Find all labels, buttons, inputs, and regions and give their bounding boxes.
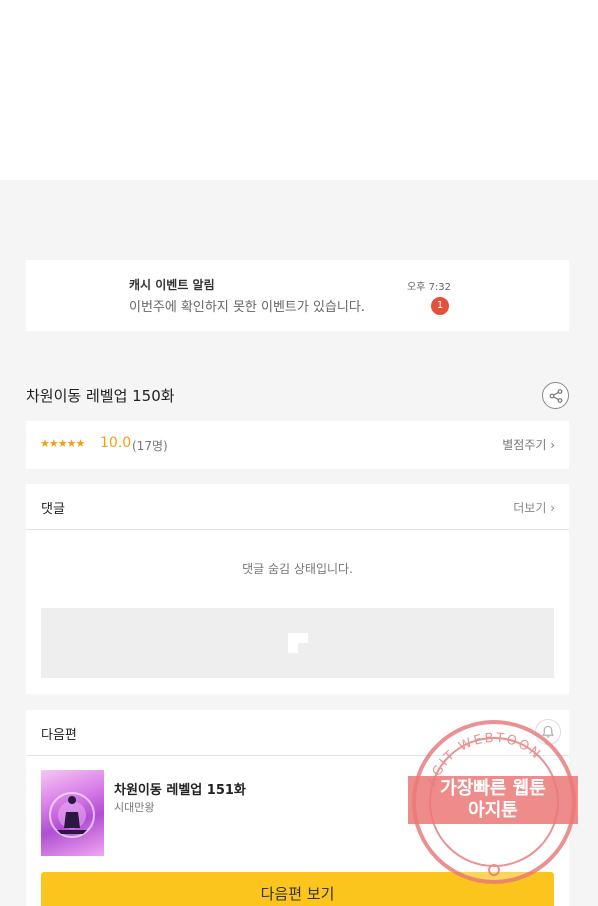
notification-card[interactable]: 캐시 이벤트 알림 이번주에 확인하지 못한 이벤트가 있습니다. 오후 7:3… bbox=[26, 260, 569, 331]
comments-title: 댓글 bbox=[41, 502, 65, 517]
watermark-label: 가장빠른 웹툰 아지툰 bbox=[408, 776, 578, 824]
notification-title: 캐시 이벤트 알림 bbox=[129, 278, 215, 292]
share-button[interactable] bbox=[542, 382, 569, 409]
bell-icon bbox=[541, 725, 555, 738]
share-icon bbox=[549, 388, 562, 403]
notification-badge: 1 bbox=[431, 297, 449, 315]
notification-time: 오후 7:32 bbox=[407, 282, 452, 293]
placeholder-image-icon bbox=[287, 633, 308, 653]
next-episode-thumbnail[interactable] bbox=[41, 770, 104, 856]
next-episode-button[interactable]: 다음편 보기 bbox=[41, 872, 554, 906]
watermark-line-1: 가장빠른 웹툰 bbox=[440, 778, 546, 799]
ad-placeholder bbox=[41, 608, 554, 678]
comments-header: 댓글 더보기 › bbox=[26, 484, 569, 530]
episode-title: 차원이동 레벨업 150화 bbox=[26, 387, 175, 405]
rating-card: ★★★★★ 10.0 (17명) 별점주기 › bbox=[26, 421, 569, 469]
next-episode-section-title: 다음편 bbox=[41, 728, 77, 743]
star-rating-icons: ★★★★★ bbox=[40, 437, 85, 450]
next-episode-header: 다음편 bbox=[26, 710, 569, 756]
next-episode-title[interactable]: 차원이동 레벨업 151화 bbox=[114, 779, 246, 798]
comments-hidden-message: 댓글 숨김 상태입니다. bbox=[242, 562, 353, 576]
rate-button[interactable]: 별점주기 › bbox=[502, 436, 555, 453]
notify-bell-button[interactable] bbox=[535, 719, 561, 745]
rating-score: 10.0 bbox=[100, 435, 132, 451]
comments-more-link[interactable]: 더보기 › bbox=[513, 499, 555, 516]
next-episode-author: 시대만왕 bbox=[114, 801, 155, 814]
content-blank-area bbox=[0, 0, 598, 180]
thumbnail-artwork bbox=[49, 792, 95, 838]
notification-body: 이번주에 확인하지 못한 이벤트가 있습니다. bbox=[129, 300, 365, 315]
rating-count: (17명) bbox=[132, 439, 168, 453]
watermark-line-2: 아지툰 bbox=[468, 800, 518, 821]
comments-card: 댓글 더보기 › 댓글 숨김 상태입니다. bbox=[26, 484, 569, 694]
